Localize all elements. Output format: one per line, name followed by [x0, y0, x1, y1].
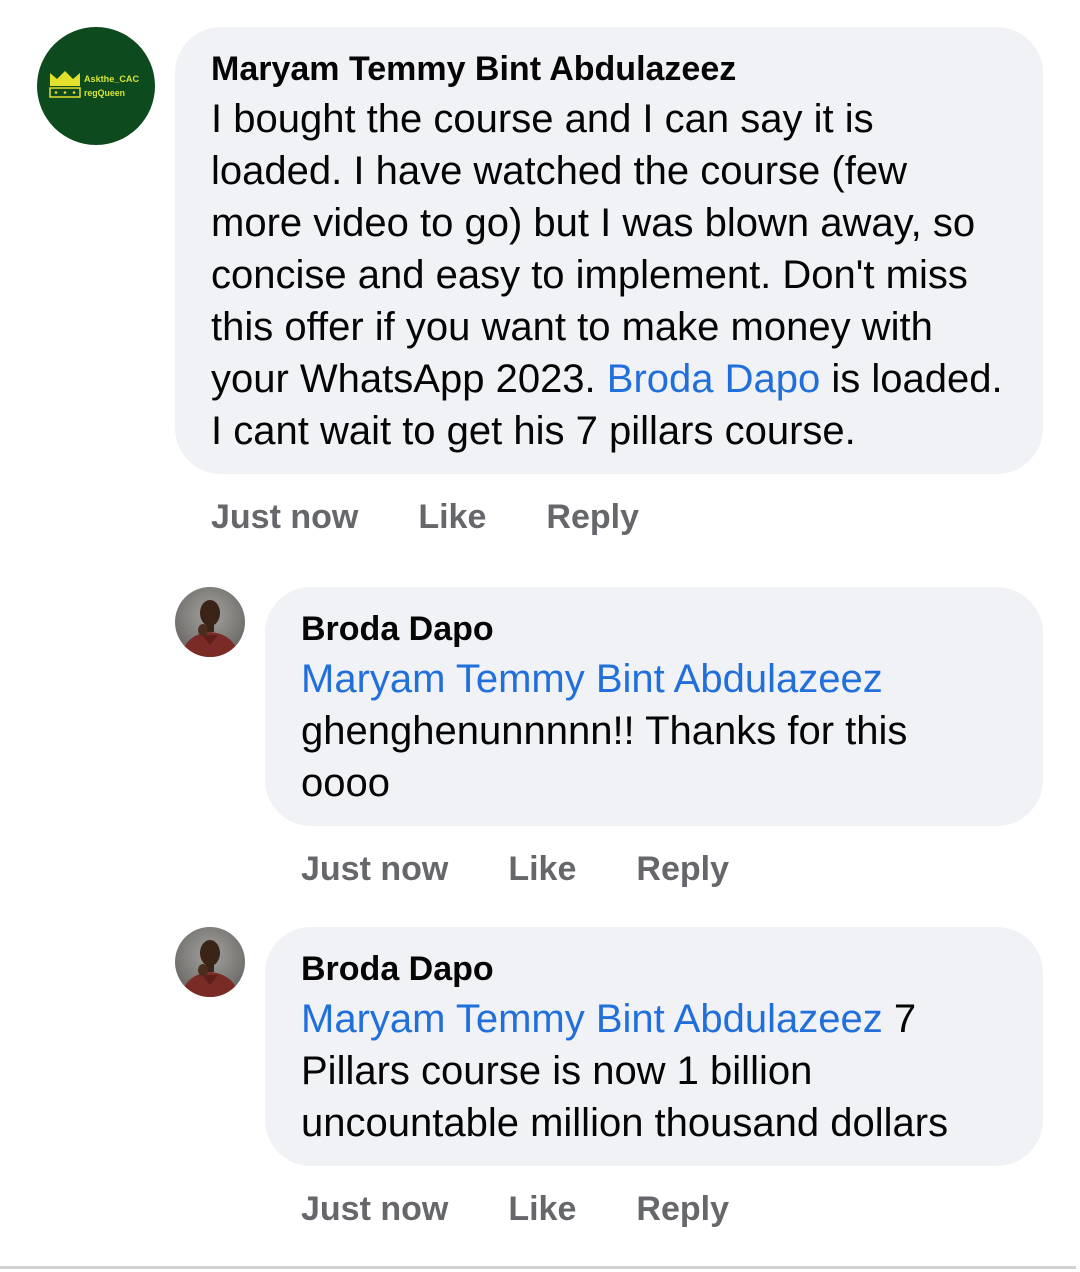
like-button[interactable]: Like [508, 1188, 576, 1230]
comment-thread: Askthe_CAC regQueen Maryam Temmy Bint Ab… [0, 0, 1080, 1272]
logo-text-top: Askthe_CAC [84, 74, 139, 85]
comment-author[interactable]: Maryam Temmy Bint Abdulazeez [211, 47, 1007, 91]
comment-text-line: your WhatsApp 2023. Broda Dapo is loaded… [211, 353, 1007, 405]
reply-text: 7 [882, 997, 917, 1041]
reply-text-line: Maryam Temmy Bint Abdulazeez 7 [301, 993, 1007, 1045]
mention-link[interactable]: Maryam Temmy Bint Abdulazeez [301, 657, 883, 701]
avatar[interactable] [175, 927, 245, 997]
comment-text-line: concise and easy to implement. Don't mis… [211, 253, 968, 297]
reply-text-line: oooo [301, 761, 390, 805]
profile-photo-icon [181, 600, 239, 657]
like-button[interactable]: Like [508, 848, 576, 890]
comment-text: your WhatsApp 2023. [211, 357, 607, 401]
timestamp-link[interactable]: Just now [301, 1188, 448, 1230]
timestamp-link[interactable]: Just now [211, 496, 358, 538]
reply-author[interactable]: Broda Dapo [301, 947, 1007, 991]
timestamp-link[interactable]: Just now [301, 848, 448, 890]
divider [0, 1266, 1076, 1269]
reply-button[interactable]: Reply [636, 1188, 729, 1230]
comment-text-line: I bought the course and I can say it is [211, 97, 874, 141]
comment-bubble: Maryam Temmy Bint Abdulazeez I bought th… [175, 27, 1043, 474]
reply-button[interactable]: Reply [636, 848, 729, 890]
logo-text-bottom: regQueen [84, 88, 125, 99]
reply-author[interactable]: Broda Dapo [301, 607, 1007, 651]
logo-dot-icon [63, 91, 67, 94]
profile-photo-icon [181, 940, 239, 997]
reply-bubble: Broda Dapo Maryam Temmy Bint Abdulazeez … [265, 587, 1043, 826]
logo-avatar-icon: Askthe_CAC regQueen [49, 71, 139, 99]
mention-link[interactable]: Broda Dapo [607, 357, 820, 401]
reply-text-line: Pillars course is now 1 billion [301, 1049, 813, 1093]
reply-bubble: Broda Dapo Maryam Temmy Bint Abdulazeez … [265, 927, 1043, 1166]
crown-icon [50, 71, 80, 86]
comment-text: is loaded. [820, 357, 1003, 401]
mention-link[interactable]: Maryam Temmy Bint Abdulazeez [301, 997, 883, 1041]
reply-text-line: ghenghenunnnnn!! Thanks for this [301, 709, 908, 753]
reply-text-line: uncountable million thousand dollars [301, 1101, 949, 1145]
logo-dot-icon [54, 91, 58, 94]
reply-button[interactable]: Reply [546, 496, 639, 538]
like-button[interactable]: Like [418, 496, 486, 538]
comment-text-line: this offer if you want to make money wit… [211, 305, 933, 349]
comment-text-line: loaded. I have watched the course (few [211, 149, 907, 193]
comment-text-line: I cant wait to get his 7 pillars course. [211, 409, 856, 453]
avatar[interactable] [175, 587, 245, 657]
reply-actions: Just now Like Reply [301, 1188, 729, 1230]
comment-actions: Just now Like Reply [211, 496, 639, 538]
logo-dot-icon [72, 91, 76, 94]
comment-text-line: more video to go) but I was blown away, … [211, 201, 976, 245]
reply-text-line: Maryam Temmy Bint Abdulazeez [301, 653, 1007, 705]
reply-actions: Just now Like Reply [301, 848, 729, 890]
avatar[interactable]: Askthe_CAC regQueen [37, 27, 155, 145]
